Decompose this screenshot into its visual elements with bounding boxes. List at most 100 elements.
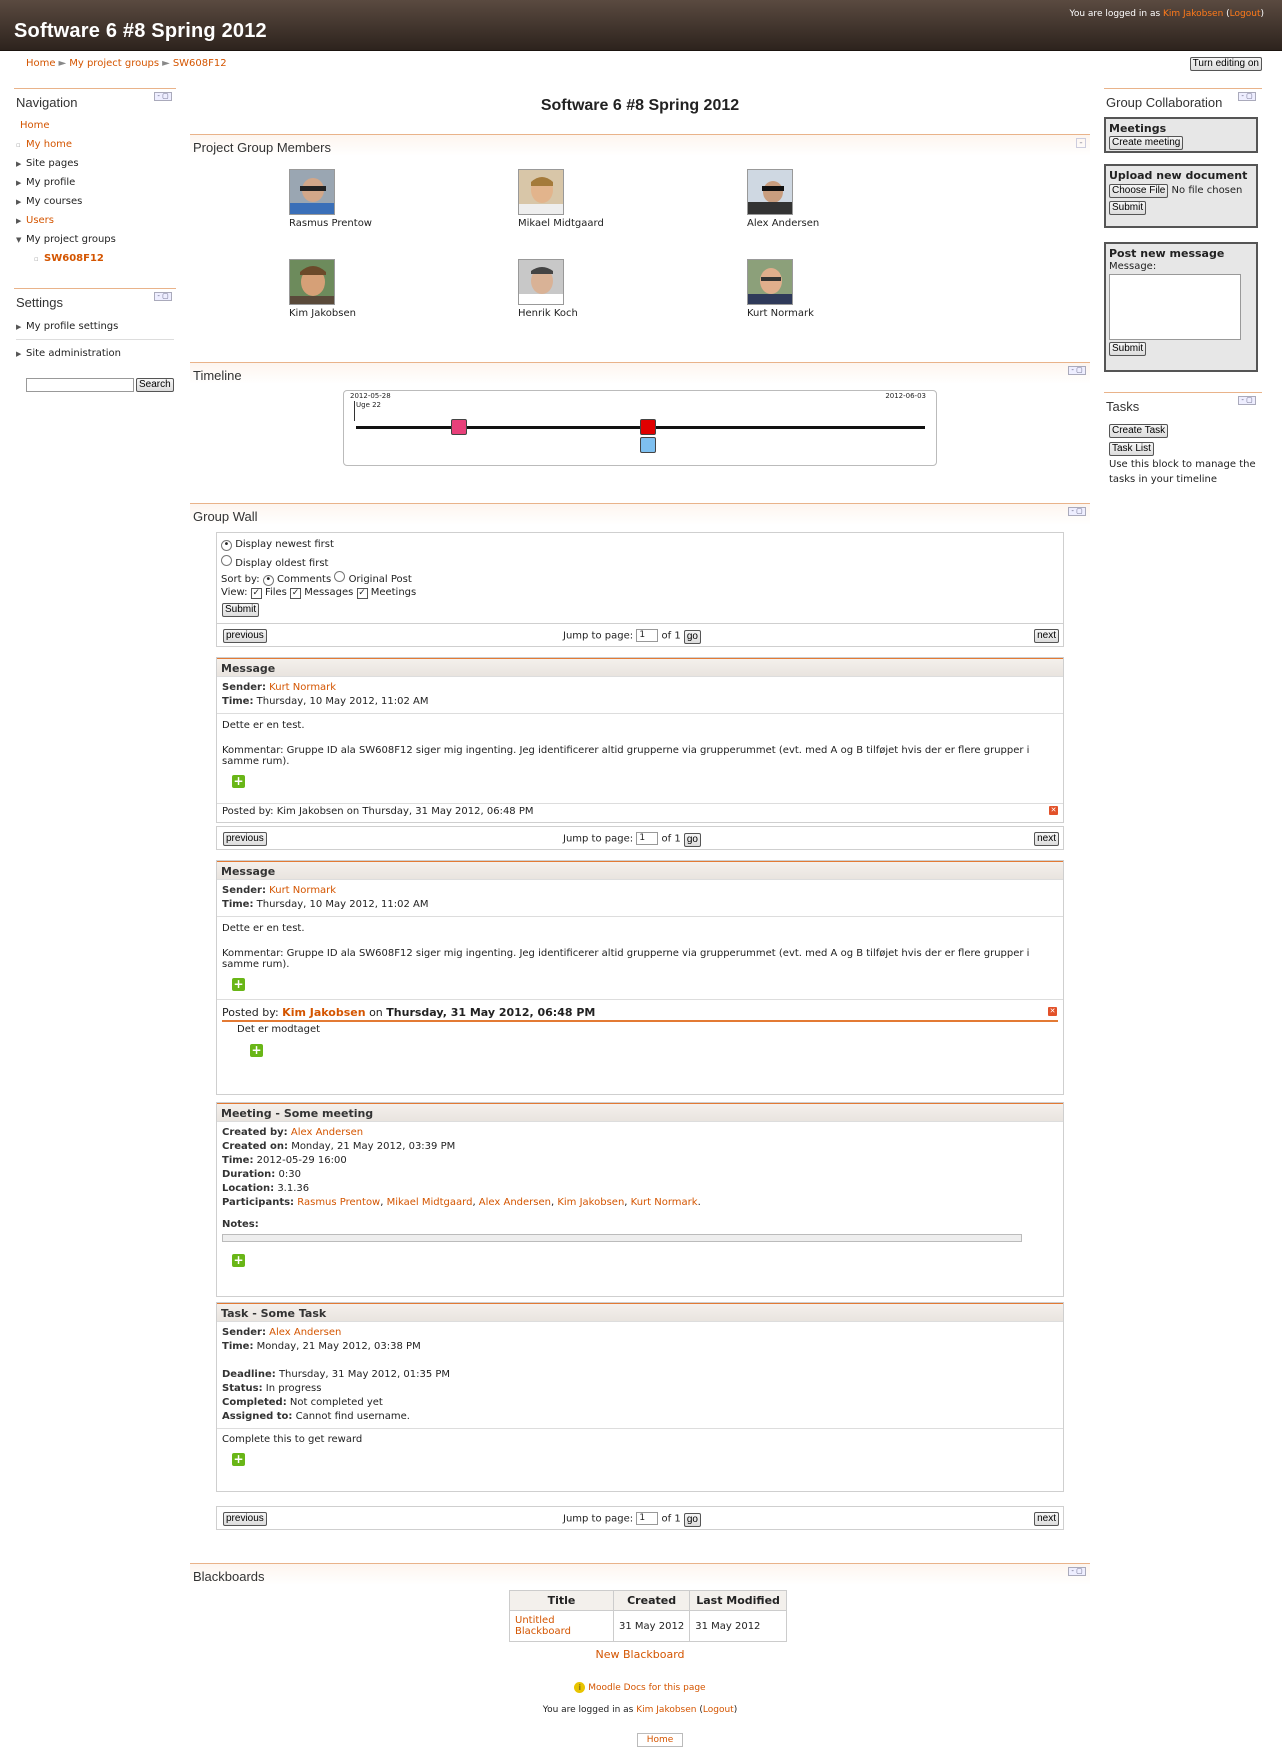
member-card[interactable]: Alex Andersen — [747, 169, 927, 229]
previous-button[interactable]: previous — [223, 1512, 267, 1526]
column-header[interactable]: Title — [509, 1590, 614, 1611]
breadcrumb-project-groups[interactable]: My project groups — [69, 58, 159, 69]
member-card[interactable]: Rasmus Prentow — [289, 169, 469, 229]
turn-editing-button[interactable]: Turn editing on — [1189, 57, 1262, 71]
nav-group-sw608f12[interactable]: ▫ SW608F12 — [34, 253, 104, 264]
block-dock-icon[interactable]: - ▢ — [1068, 507, 1086, 516]
message-textarea[interactable] — [1109, 274, 1241, 340]
create-task-button[interactable]: Create Task — [1109, 424, 1169, 438]
footer-home-button[interactable]: Home — [637, 1733, 683, 1747]
jump-to-page: Jump to page: 1 of 1 go — [563, 629, 701, 644]
upload-box: Upload new document Choose File No file … — [1104, 164, 1258, 228]
post-submit-button[interactable]: Submit — [1109, 342, 1147, 356]
creator-link[interactable]: Alex Andersen — [291, 1127, 363, 1138]
go-button[interactable]: go — [683, 1512, 701, 1527]
moodle-docs-link[interactable]: Moodle Docs for this page — [588, 1683, 705, 1693]
nav-site-pages[interactable]: ▶ Site pages — [16, 158, 79, 169]
go-button[interactable]: go — [683, 629, 701, 644]
sender-link[interactable]: Alex Andersen — [269, 1327, 341, 1338]
nav-profile-settings[interactable]: ▶ My profile settings — [16, 321, 118, 332]
column-header[interactable]: Last Modified — [689, 1590, 787, 1611]
breadcrumb-group[interactable]: SW608F12 — [173, 58, 227, 69]
page-input[interactable]: 1 — [636, 629, 659, 642]
timeline-event-marker[interactable] — [640, 419, 656, 435]
site-title[interactable]: Software 6 #8 Spring 2012 — [14, 20, 267, 43]
choose-file-button[interactable]: Choose File — [1109, 184, 1169, 198]
search-button[interactable]: Search — [136, 378, 174, 392]
participant-link[interactable]: Alex Andersen — [479, 1197, 551, 1208]
breadcrumb-home[interactable]: Home — [26, 58, 56, 69]
delete-comment-icon[interactable]: ✕ — [1048, 1007, 1057, 1016]
column-header[interactable]: Created — [612, 1590, 691, 1611]
block-dock-icon[interactable]: - ▢ — [154, 92, 172, 101]
previous-button[interactable]: previous — [223, 629, 267, 643]
user-link[interactable]: Kim Jakobsen — [1163, 9, 1223, 19]
checkbox-meetings[interactable]: ✓ — [356, 588, 368, 599]
sender-link[interactable]: Kurt Normark — [269, 885, 336, 896]
add-comment-icon[interactable]: + — [232, 1254, 245, 1267]
new-blackboard-link[interactable]: New Blackboard — [595, 1648, 684, 1661]
go-button[interactable]: go — [683, 832, 701, 847]
upload-submit-button[interactable]: Submit — [1109, 201, 1147, 215]
page-input[interactable]: 1 — [636, 832, 659, 845]
add-comment-icon[interactable]: + — [232, 775, 245, 788]
post-body: Dette er en test. Kommentar: Gruppe ID a… — [217, 917, 1063, 1000]
add-reply-icon[interactable]: + — [250, 1044, 263, 1057]
sender-link[interactable]: Kurt Normark — [269, 682, 336, 693]
participant-link[interactable]: Kurt Normark — [631, 1197, 698, 1208]
task-list-button[interactable]: Task List — [1109, 442, 1154, 456]
participant-link[interactable]: Kim Jakobsen — [557, 1197, 624, 1208]
logout-link[interactable]: Logout — [1230, 9, 1261, 19]
checkbox-files[interactable]: ✓ — [250, 588, 262, 599]
participant-link[interactable]: Rasmus Prentow — [297, 1197, 380, 1208]
nav-my-project-groups[interactable]: ▼ My project groups — [16, 234, 116, 245]
block-dock-icon[interactable]: - ▢ — [1068, 366, 1086, 375]
block-dock-icon[interactable]: - ▢ — [1068, 1567, 1086, 1576]
delete-comment-icon[interactable]: ✕ — [1049, 806, 1058, 815]
create-meeting-button[interactable]: Create meeting — [1109, 136, 1184, 150]
page-input[interactable]: 1 — [636, 1512, 659, 1525]
user-link[interactable]: Kim Jakobsen — [636, 1705, 696, 1715]
radio-original-post[interactable] — [334, 571, 346, 582]
nav-my-profile[interactable]: ▶ My profile — [16, 177, 75, 188]
avatar — [747, 259, 793, 305]
block-dock-icon[interactable]: - ▢ — [1238, 92, 1256, 101]
logout-link[interactable]: Logout — [703, 1705, 734, 1715]
next-button[interactable]: next — [1034, 832, 1059, 846]
timeline-event-marker[interactable] — [451, 419, 467, 435]
comment-author-link[interactable]: Kim Jakobsen — [282, 1006, 365, 1019]
add-comment-icon[interactable]: + — [232, 978, 245, 991]
post-message-box: Post new message Message: Submit — [1104, 242, 1258, 372]
nav-users[interactable]: ▶ Users — [16, 215, 54, 226]
nav-my-courses[interactable]: ▶ My courses — [16, 196, 82, 207]
next-button[interactable]: next — [1034, 629, 1059, 643]
member-card[interactable]: Mikael Midtgaard — [518, 169, 698, 229]
notes-field[interactable] — [222, 1234, 1022, 1242]
participant-link[interactable]: Mikael Midtgaard — [387, 1197, 473, 1208]
avatar — [289, 169, 335, 215]
nav-site-administration[interactable]: ▶ Site administration — [16, 348, 121, 359]
nav-home[interactable]: Home — [20, 120, 50, 131]
member-card[interactable]: Kim Jakobsen — [289, 259, 469, 319]
radio-comments[interactable]: • — [262, 575, 274, 586]
message-post: Message Sender: Kurt Normark Time: Thurs… — [216, 657, 1064, 823]
task-details: Sender: Alex Andersen Time: Monday, 21 M… — [217, 1322, 1063, 1429]
nav-my-home[interactable]: ▫ My home — [16, 139, 72, 150]
previous-button[interactable]: previous — [223, 832, 267, 846]
timeline-start-date: 2012-05-28 — [350, 392, 391, 400]
blackboards-table: Title Created Last Modified Untitled Bla… — [509, 1590, 787, 1642]
member-card[interactable]: Henrik Koch — [518, 259, 698, 319]
search-input[interactable] — [26, 378, 134, 392]
add-comment-icon[interactable]: + — [232, 1453, 245, 1466]
blackboard-link[interactable]: Untitled Blackboard — [509, 1610, 614, 1642]
next-button[interactable]: next — [1034, 1512, 1059, 1526]
block-dock-icon[interactable]: - ▢ — [154, 292, 172, 301]
collapse-icon[interactable]: - — [1076, 138, 1086, 148]
radio-oldest[interactable]: Display oldest first — [221, 555, 328, 569]
radio-newest[interactable]: • Display newest first — [221, 539, 334, 551]
checkbox-messages[interactable]: ✓ — [290, 588, 302, 599]
block-dock-icon[interactable]: - ▢ — [1238, 396, 1256, 405]
filter-submit-button[interactable]: Submit — [222, 603, 260, 617]
timeline-event-marker[interactable] — [640, 437, 656, 453]
member-card[interactable]: Kurt Normark — [747, 259, 927, 319]
